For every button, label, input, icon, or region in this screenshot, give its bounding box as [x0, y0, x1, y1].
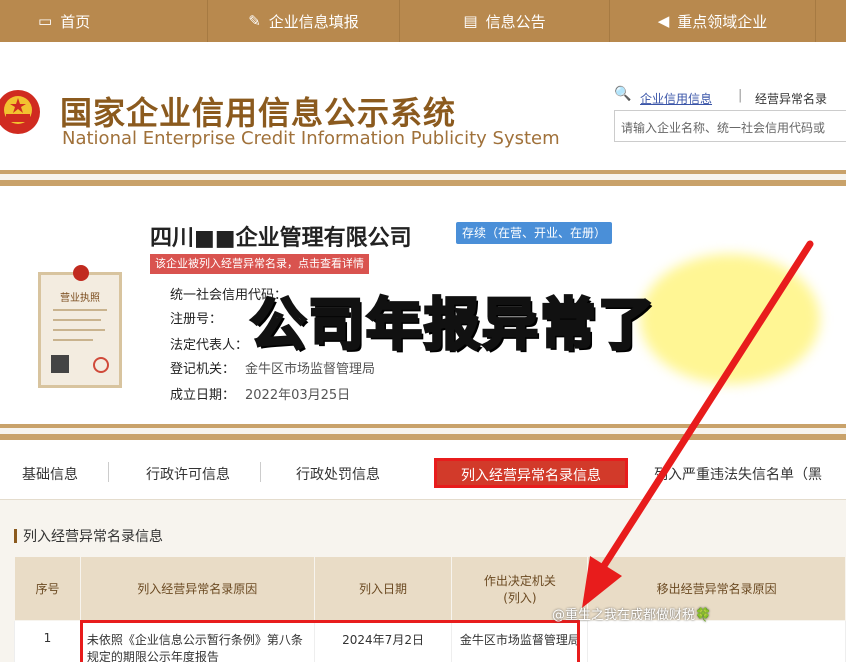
watermark: @重生之我在成都做财税🍀: [552, 608, 712, 623]
red-arrow-icon: [582, 240, 814, 608]
